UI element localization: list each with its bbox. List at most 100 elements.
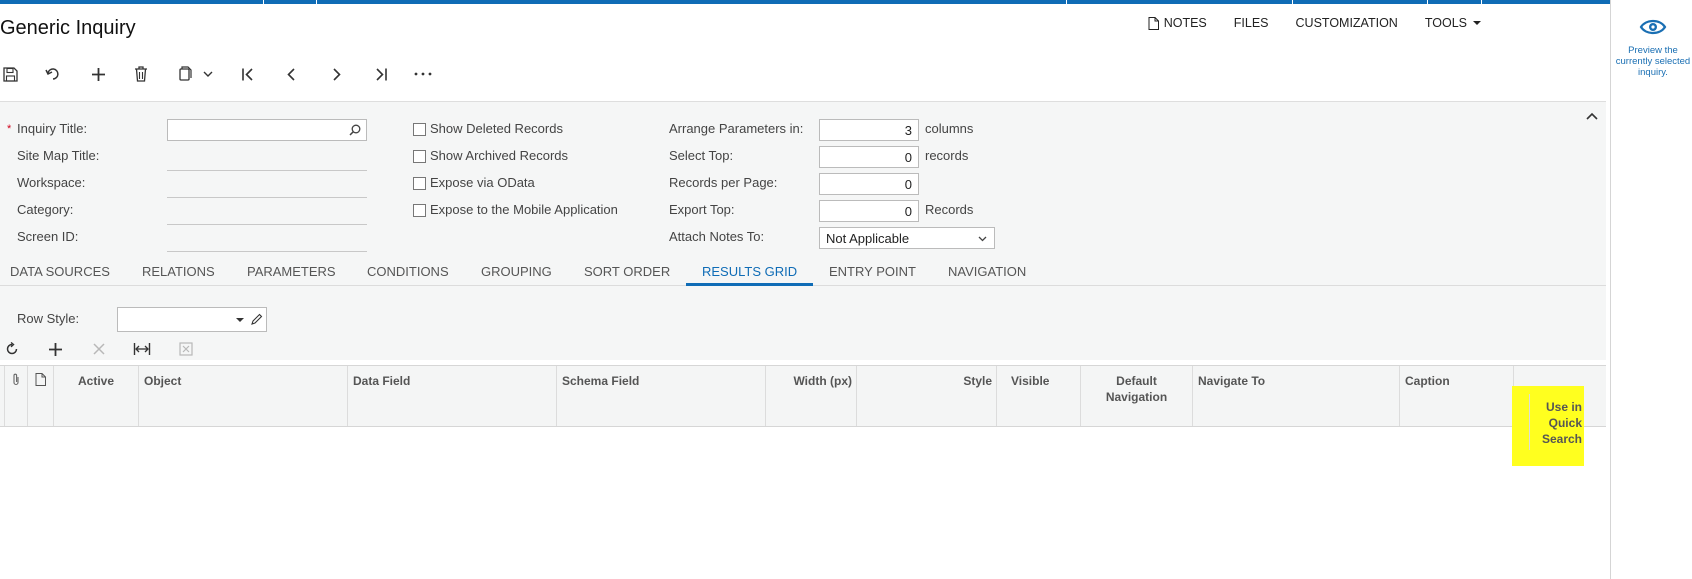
row-style-label: Row Style: xyxy=(17,311,80,326)
attach-notes-value: Not Applicable xyxy=(826,231,910,246)
site-map-title-label: Site Map Title: xyxy=(17,148,100,163)
export-top-label: Export Top: xyxy=(669,202,735,217)
tab-grouping[interactable]: GROUPING xyxy=(481,264,552,279)
expose-mobile-checkbox[interactable] xyxy=(413,204,426,217)
preview-button[interactable] xyxy=(1639,18,1667,39)
required-marker: * xyxy=(7,123,12,135)
select-top-unit: records xyxy=(925,148,969,163)
preview-text[interactable]: Preview the currently selected inquiry. xyxy=(1613,45,1692,78)
notes-column-header[interactable] xyxy=(28,366,54,426)
more-icon[interactable] xyxy=(413,64,433,84)
tab-data-sources[interactable]: DATA SOURCES xyxy=(10,264,110,279)
notes-label: NOTES xyxy=(1163,16,1207,30)
next-record-icon[interactable] xyxy=(326,64,346,84)
select-top-label: Select Top: xyxy=(669,148,734,163)
export-excel-icon[interactable] xyxy=(176,339,196,359)
site-map-title-field[interactable] xyxy=(167,170,367,171)
note-icon xyxy=(35,373,46,386)
export-top-input[interactable]: 0 xyxy=(819,200,919,222)
tools-button[interactable]: TOOLS xyxy=(1425,16,1481,30)
expose-odata-label: Expose via OData xyxy=(430,175,535,190)
undo-icon[interactable] xyxy=(43,64,63,84)
expose-odata-checkbox[interactable] xyxy=(413,177,426,190)
column-header-navigate-to[interactable]: Navigate To xyxy=(1193,366,1400,426)
eye-icon xyxy=(1639,19,1667,35)
first-record-icon[interactable] xyxy=(238,64,258,84)
customization-label: CUSTOMIZATION xyxy=(1295,16,1398,30)
select-top-input[interactable]: 0 xyxy=(819,146,919,168)
last-record-icon[interactable] xyxy=(370,64,390,84)
paperclip-icon xyxy=(13,373,19,386)
column-header-active[interactable]: Active xyxy=(54,366,139,426)
records-per-page-input[interactable]: 0 xyxy=(819,173,919,195)
tab-results-grid[interactable]: RESULTS GRID xyxy=(702,264,797,279)
files-label: FILES xyxy=(1233,16,1269,30)
save-icon[interactable] xyxy=(0,64,20,84)
screen-id-label: Screen ID: xyxy=(17,229,79,244)
add-icon[interactable] xyxy=(88,64,108,84)
tab-sort-order[interactable]: SORT ORDER xyxy=(584,264,670,279)
column-header-caption[interactable]: Caption xyxy=(1400,366,1514,426)
notes-button[interactable]: NOTES xyxy=(1148,16,1207,30)
search-icon[interactable] xyxy=(349,124,361,136)
chevron-down-icon xyxy=(978,236,987,242)
workspace-label: Workspace: xyxy=(17,175,86,190)
inquiry-title-input[interactable] xyxy=(167,119,367,141)
caret-down-icon[interactable] xyxy=(236,318,244,322)
attach-notes-select[interactable]: Not Applicable xyxy=(819,227,995,249)
inquiry-summary-form: * Inquiry Title: Site Map Title: Workspa… xyxy=(0,101,1606,532)
tab-bar: DATA SOURCES RELATIONS PARAMETERS CONDIT… xyxy=(0,254,1606,286)
column-header-default-navigation[interactable]: Default Navigation xyxy=(1081,366,1193,426)
expose-mobile-label: Expose to the Mobile Application xyxy=(430,202,618,217)
inquiry-title-label: Inquiry Title: xyxy=(17,121,88,136)
add-row-icon[interactable] xyxy=(45,339,65,359)
arrange-parameters-unit: columns xyxy=(925,121,974,136)
column-header-data-field[interactable]: Data Field xyxy=(348,366,557,426)
results-grid-panel: Row Style: Active Object Data Field Sche… xyxy=(0,287,1606,532)
active-tab-indicator xyxy=(686,283,813,286)
tools-label: TOOLS xyxy=(1424,16,1467,30)
caret-down-icon xyxy=(1473,21,1481,25)
collapse-icon[interactable] xyxy=(1586,108,1598,123)
customization-button[interactable]: CUSTOMIZATION xyxy=(1296,16,1398,30)
column-header-schema-field[interactable]: Schema Field xyxy=(557,366,766,426)
files-column-header[interactable] xyxy=(5,366,28,426)
grid-header: Active Object Data Field Schema Field Wi… xyxy=(0,365,1606,427)
show-archived-checkbox[interactable] xyxy=(413,150,426,163)
export-top-unit: Records xyxy=(925,202,974,217)
arrange-parameters-label: Arrange Parameters in: xyxy=(669,121,804,136)
workspace-field[interactable] xyxy=(167,197,367,198)
tab-conditions[interactable]: CONDITIONS xyxy=(367,264,449,279)
tab-navigation[interactable]: NAVIGATION xyxy=(948,264,1026,279)
refresh-icon[interactable] xyxy=(2,339,22,359)
files-button[interactable]: FILES xyxy=(1234,16,1269,30)
column-header-use-in-quick-search[interactable]: Use in Quick Search xyxy=(1524,399,1582,447)
show-deleted-checkbox[interactable] xyxy=(413,123,426,136)
edit-pencil-icon[interactable] xyxy=(250,313,263,326)
row-style-select[interactable] xyxy=(117,307,267,332)
note-icon xyxy=(1148,16,1159,30)
screen-id-field[interactable] xyxy=(167,251,367,252)
category-field[interactable] xyxy=(167,224,367,225)
show-deleted-label: Show Deleted Records xyxy=(430,121,563,136)
arrange-parameters-input[interactable]: 3 xyxy=(819,119,919,141)
show-archived-label: Show Archived Records xyxy=(430,148,569,163)
top-actions: NOTES FILES CUSTOMIZATION TOOLS xyxy=(1148,16,1481,30)
column-header-style[interactable]: Style xyxy=(857,366,997,426)
attach-notes-label: Attach Notes To: xyxy=(669,229,765,244)
category-label: Category: xyxy=(17,202,74,217)
column-header-object[interactable]: Object xyxy=(139,366,348,426)
fit-columns-icon[interactable] xyxy=(132,339,152,359)
previous-record-icon[interactable] xyxy=(281,64,301,84)
tab-entry-point[interactable]: ENTRY POINT xyxy=(829,264,916,279)
tab-parameters[interactable]: PARAMETERS xyxy=(247,264,336,279)
delete-icon[interactable] xyxy=(131,64,151,84)
copy-paste-icon[interactable] xyxy=(175,64,215,84)
tab-relations[interactable]: RELATIONS xyxy=(142,264,215,279)
column-header-width[interactable]: Width (px) xyxy=(766,366,857,426)
column-header-visible[interactable]: Visible xyxy=(997,366,1081,426)
delete-row-icon[interactable] xyxy=(89,339,109,359)
page-title: Generic Inquiry xyxy=(0,17,136,39)
top-accent-bar xyxy=(0,0,1692,4)
records-per-page-label: Records per Page: xyxy=(669,175,778,190)
